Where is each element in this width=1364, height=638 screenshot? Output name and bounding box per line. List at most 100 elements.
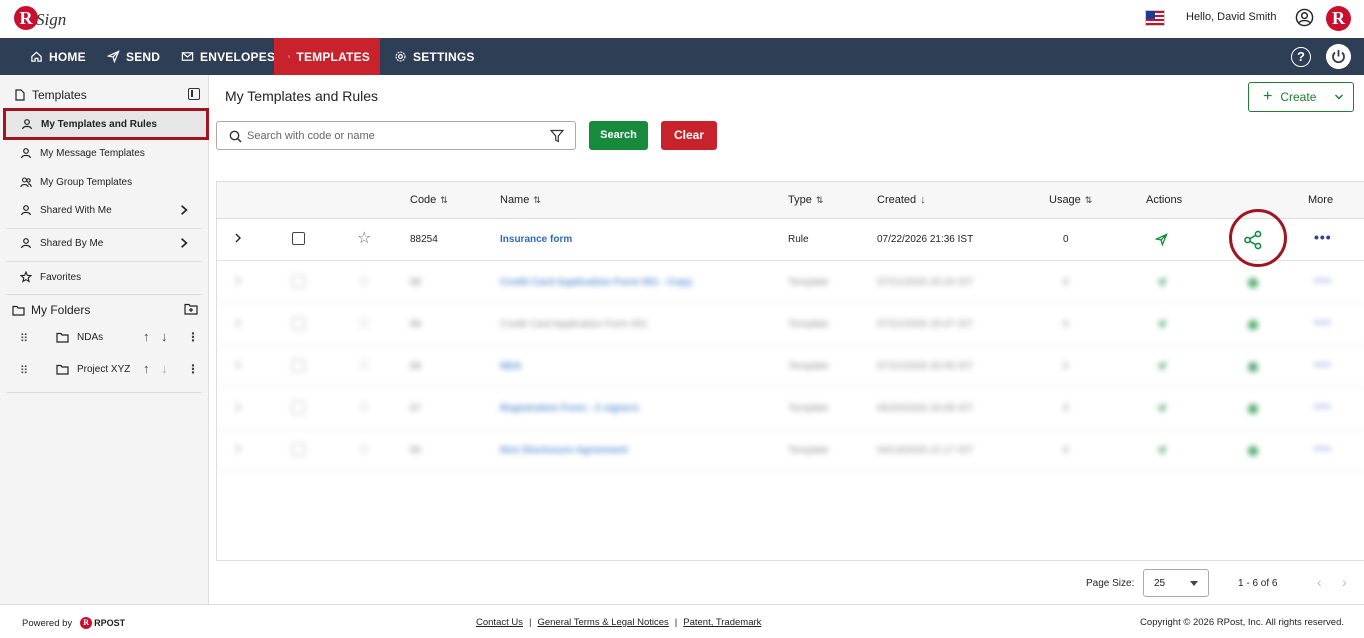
add-folder-icon[interactable] [184, 303, 198, 315]
share-icon[interactable] [1243, 441, 1263, 461]
cell-name-link[interactable]: Non Disclosure Agreement [500, 445, 628, 456]
search-button[interactable]: Search [589, 121, 648, 150]
more-options-icon[interactable]: ••• [1314, 314, 1332, 330]
column-header-usage[interactable]: Usage ⇅ [1049, 194, 1092, 206]
table-row[interactable]: ☆ 87 Registration Form - 2 signers Templ… [217, 388, 1364, 430]
send-action-icon[interactable] [1155, 360, 1168, 373]
previous-page-icon[interactable]: ‹ [1317, 574, 1322, 590]
sort-icon[interactable]: ⇅ [816, 195, 824, 205]
collapse-sidebar-icon[interactable] [188, 88, 200, 100]
more-options-icon[interactable]: ••• [1314, 398, 1332, 414]
more-options-icon[interactable]: ••• [1314, 229, 1332, 245]
column-header-type[interactable]: Type ⇅ [788, 194, 823, 206]
row-checkbox[interactable] [292, 317, 305, 330]
folder-icon [56, 332, 69, 343]
sidebar-item-shared-by-me[interactable]: Shared By Me [6, 229, 202, 257]
cell-name-link[interactable]: Registration Form - 2 signers [500, 403, 639, 414]
cell-name-link[interactable]: NDA [500, 361, 522, 372]
expand-row-icon[interactable] [233, 317, 243, 329]
power-icon[interactable] [1326, 44, 1351, 69]
user-profile-icon[interactable] [1295, 8, 1314, 27]
filter-icon[interactable] [550, 129, 564, 143]
nav-templates[interactable]: TEMPLATES [274, 38, 380, 75]
row-checkbox[interactable] [292, 443, 305, 456]
table-row[interactable]: ☆ 88 Credit Card Application Form 001 Te… [217, 304, 1364, 346]
move-up-icon[interactable]: ↑ [143, 361, 150, 376]
sort-icon[interactable]: ⇅ [440, 195, 448, 205]
share-icon[interactable] [1243, 273, 1263, 293]
nav-settings[interactable]: SETTINGS [384, 38, 485, 75]
contact-us-link[interactable]: Contact Us [476, 617, 523, 628]
column-header-name[interactable]: Name ⇅ [500, 194, 541, 206]
table-row[interactable]: ☆ 85 Non Disclosure Agreement Template 0… [217, 430, 1364, 472]
favorite-star-icon[interactable]: ☆ [357, 313, 371, 333]
folder-item[interactable]: ⠿ NDAs ↑ ↓ ⋮ [6, 324, 202, 352]
move-down-icon[interactable]: ↓ [161, 329, 168, 344]
expand-row-icon[interactable] [233, 275, 243, 287]
sidebar-item-favorites[interactable]: Favorites [6, 263, 202, 291]
nav-home[interactable]: HOME [20, 38, 96, 75]
terms-link[interactable]: General Terms & Legal Notices [537, 617, 668, 628]
create-button[interactable]: + Create [1248, 82, 1354, 112]
sort-desc-icon[interactable]: ↓ [920, 194, 926, 206]
favorite-star-icon[interactable]: ☆ [357, 397, 371, 417]
more-options-icon[interactable]: ••• [1314, 356, 1332, 372]
move-up-icon[interactable]: ↑ [143, 329, 150, 344]
us-flag-icon[interactable] [1145, 10, 1165, 26]
expand-row-icon[interactable] [233, 401, 243, 413]
share-icon[interactable] [1243, 357, 1263, 377]
favorite-star-icon[interactable]: ☆ [357, 271, 371, 291]
rsign-logo[interactable]: R Sign [14, 4, 70, 34]
more-options-icon[interactable]: ••• [1314, 272, 1332, 288]
next-page-icon[interactable]: › [1342, 574, 1347, 590]
nav-send[interactable]: SEND [97, 38, 170, 75]
share-icon[interactable] [1243, 315, 1263, 335]
expand-row-icon[interactable] [233, 443, 243, 455]
sidebar-item-my-message-templates[interactable]: My Message Templates [6, 139, 202, 167]
move-down-icon[interactable]: ↓ [161, 361, 168, 376]
folder-menu-icon[interactable]: ⋮ [187, 362, 199, 376]
nav-envelopes[interactable]: ENVELOPES [171, 38, 285, 75]
favorite-star-icon[interactable]: ☆ [357, 228, 371, 248]
send-action-icon[interactable] [1155, 233, 1168, 246]
send-action-icon[interactable] [1155, 402, 1168, 415]
drag-handle-icon[interactable]: ⠿ [20, 364, 28, 377]
cell-name-link[interactable]: Credit Card Application Form 001 - Copy [500, 277, 692, 288]
page-size-select[interactable]: 25 [1143, 569, 1209, 597]
more-options-icon[interactable]: ••• [1314, 440, 1332, 456]
send-action-icon[interactable] [1155, 276, 1168, 289]
drag-handle-icon[interactable]: ⠿ [20, 332, 28, 345]
expand-row-icon[interactable] [233, 232, 243, 244]
row-checkbox[interactable] [292, 401, 305, 414]
folder-menu-icon[interactable]: ⋮ [187, 330, 199, 344]
sidebar-item-shared-with-me[interactable]: Shared With Me [6, 196, 202, 224]
share-icon[interactable] [1243, 399, 1263, 419]
favorite-star-icon[interactable]: ☆ [357, 439, 371, 459]
expand-row-icon[interactable] [233, 359, 243, 371]
row-checkbox[interactable] [292, 275, 305, 288]
sidebar-item-my-group-templates[interactable]: My Group Templates [6, 168, 202, 196]
clear-button[interactable]: Clear [661, 121, 717, 150]
sidebar-item-my-templates-and-rules[interactable]: My Templates and Rules [3, 108, 209, 140]
rpost-logo[interactable]: R RPOST [80, 617, 125, 629]
send-action-icon[interactable] [1155, 444, 1168, 457]
folder-item[interactable]: ⠿ Project XYZ ↑ ↓ ⋮ [6, 356, 202, 384]
help-icon[interactable]: ? [1291, 47, 1311, 67]
patent-trademark-link[interactable]: Patent, Trademark [683, 617, 761, 628]
column-header-code[interactable]: Code ⇅ [410, 194, 448, 206]
search-input[interactable] [247, 126, 547, 146]
row-checkbox[interactable] [292, 232, 305, 245]
cell-name[interactable]: Credit Card Application Form 001 [500, 319, 648, 330]
table-row[interactable]: ☆ 88254 Insurance form Rule 07/22/2026 2… [217, 219, 1364, 261]
send-action-icon[interactable] [1155, 318, 1168, 331]
favorite-star-icon[interactable]: ☆ [357, 355, 371, 375]
sort-icon[interactable]: ⇅ [533, 195, 541, 205]
sort-icon[interactable]: ⇅ [1085, 195, 1093, 205]
rpost-brand-icon[interactable]: R [1326, 6, 1351, 31]
cell-name-link[interactable]: Insurance form [500, 234, 572, 245]
table-row[interactable]: ☆ 88 NDA Template 07/21/2026 20:05 IST 0… [217, 346, 1364, 388]
table-row[interactable]: ☆ 88 Credit Card Application Form 001 - … [217, 262, 1364, 304]
powered-by: Powered by R RPOST [22, 617, 125, 629]
column-header-created[interactable]: Created ↓ [877, 194, 926, 206]
row-checkbox[interactable] [292, 359, 305, 372]
